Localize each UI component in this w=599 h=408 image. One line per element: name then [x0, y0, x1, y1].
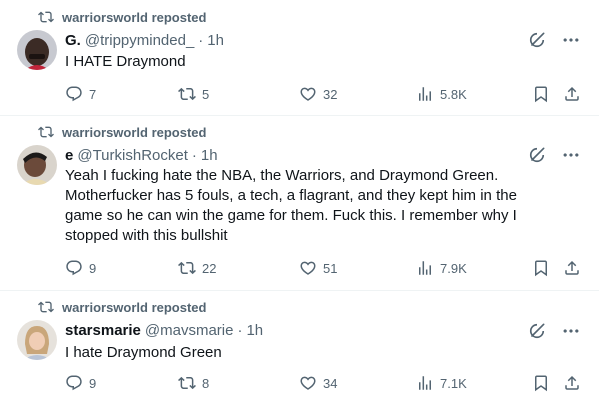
- share-button[interactable]: [563, 85, 581, 103]
- bookmark-button[interactable]: [532, 85, 550, 103]
- reply-button[interactable]: 9: [65, 259, 96, 277]
- action-bar: 9 22 51 7.9K: [65, 259, 585, 279]
- user-handle[interactable]: @mavsmarie: [145, 322, 234, 339]
- post-top-icons: [527, 30, 581, 50]
- like-count: 32: [323, 86, 338, 102]
- like-button[interactable]: 32: [299, 85, 337, 103]
- repost-text[interactable]: warriorsworld reposted: [62, 10, 206, 25]
- views-icon: [416, 85, 434, 103]
- reply-button[interactable]: 7: [65, 85, 96, 103]
- more-icon[interactable]: [561, 321, 581, 341]
- views-icon: [416, 259, 434, 277]
- display-name[interactable]: e: [65, 147, 73, 164]
- repost-icon: [38, 124, 54, 140]
- repost-icon: [178, 259, 196, 277]
- user-handle[interactable]: @TurkishRocket: [77, 147, 188, 164]
- views-button[interactable]: 7.9K: [416, 259, 467, 277]
- repost-icon: [38, 299, 54, 315]
- like-count: 51: [323, 260, 338, 276]
- post-header: G. @trippyminded_ · 1h: [65, 32, 224, 49]
- grok-icon[interactable]: [527, 30, 547, 50]
- like-icon: [299, 374, 317, 392]
- display-name[interactable]: G.: [65, 32, 81, 49]
- views-count: 7.1K: [440, 375, 467, 391]
- like-count: 34: [323, 375, 338, 391]
- views-button[interactable]: 7.1K: [416, 374, 467, 392]
- more-icon[interactable]: [561, 145, 581, 165]
- repost-indicator: warriorsworld reposted: [38, 9, 206, 25]
- reply-count: 9: [89, 260, 97, 276]
- like-button[interactable]: 34: [299, 374, 337, 392]
- repost-icon: [178, 374, 196, 392]
- views-count: 5.8K: [440, 86, 467, 102]
- reply-icon: [65, 85, 83, 103]
- post-header: starsmarie @mavsmarie · 1h: [65, 322, 263, 339]
- separator: ·: [191, 147, 197, 164]
- post-top-icons: [527, 145, 581, 165]
- repost-indicator: warriorsworld reposted: [38, 124, 206, 140]
- avatar[interactable]: [17, 320, 57, 360]
- post-header: e @TurkishRocket · 1h: [65, 147, 218, 164]
- post-3[interactable]: warriorsworld reposted starsmarie @mavsm…: [0, 291, 599, 408]
- bookmark-icon: [532, 85, 550, 103]
- repost-count: 22: [202, 260, 217, 276]
- share-icon: [563, 85, 581, 103]
- separator: ·: [237, 322, 243, 339]
- reply-count: 7: [89, 86, 97, 102]
- timestamp[interactable]: 1h: [201, 147, 218, 164]
- avatar[interactable]: [17, 30, 57, 70]
- post-text: I HATE Draymond: [65, 53, 186, 70]
- share-icon: [563, 259, 581, 277]
- post-2[interactable]: warriorsworld reposted e @TurkishRocket …: [0, 116, 599, 291]
- views-icon: [416, 374, 434, 392]
- reply-count: 9: [89, 375, 97, 391]
- views-count: 7.9K: [440, 260, 467, 276]
- grok-icon[interactable]: [527, 321, 547, 341]
- separator: ·: [198, 32, 204, 49]
- like-button[interactable]: 51: [299, 259, 337, 277]
- like-icon: [299, 85, 317, 103]
- reply-icon: [65, 374, 83, 392]
- share-button[interactable]: [563, 374, 581, 392]
- timestamp[interactable]: 1h: [207, 32, 224, 49]
- post-1[interactable]: warriorsworld reposted G. @trippyminded_…: [0, 0, 599, 116]
- avatar[interactable]: [17, 145, 57, 185]
- grok-icon[interactable]: [527, 145, 547, 165]
- views-button[interactable]: 5.8K: [416, 85, 467, 103]
- bookmark-button[interactable]: [532, 374, 550, 392]
- repost-button[interactable]: 22: [178, 259, 216, 277]
- like-icon: [299, 259, 317, 277]
- repost-text[interactable]: warriorsworld reposted: [62, 300, 206, 315]
- user-handle[interactable]: @trippyminded_: [85, 32, 194, 49]
- reply-icon: [65, 259, 83, 277]
- action-bar: 7 5 32 5.8K: [65, 85, 585, 105]
- repost-button[interactable]: 5: [178, 85, 209, 103]
- repost-indicator: warriorsworld reposted: [38, 299, 206, 315]
- display-name[interactable]: starsmarie: [65, 322, 141, 339]
- share-button[interactable]: [563, 259, 581, 277]
- action-bar: 9 8 34 7.1K: [65, 374, 585, 394]
- repost-count: 5: [202, 86, 210, 102]
- more-icon[interactable]: [561, 30, 581, 50]
- repost-button[interactable]: 8: [178, 374, 209, 392]
- timestamp[interactable]: 1h: [246, 322, 263, 339]
- post-text: I hate Draymond Green: [65, 344, 222, 361]
- repost-count: 8: [202, 375, 210, 391]
- repost-icon: [38, 9, 54, 25]
- bookmark-icon: [532, 259, 550, 277]
- bookmark-icon: [532, 374, 550, 392]
- post-text: Yeah I fucking hate the NBA, the Warrior…: [65, 167, 517, 244]
- repost-icon: [178, 85, 196, 103]
- post-top-icons: [527, 321, 581, 341]
- bookmark-button[interactable]: [532, 259, 550, 277]
- share-icon: [563, 374, 581, 392]
- reply-button[interactable]: 9: [65, 374, 96, 392]
- repost-text[interactable]: warriorsworld reposted: [62, 125, 206, 140]
